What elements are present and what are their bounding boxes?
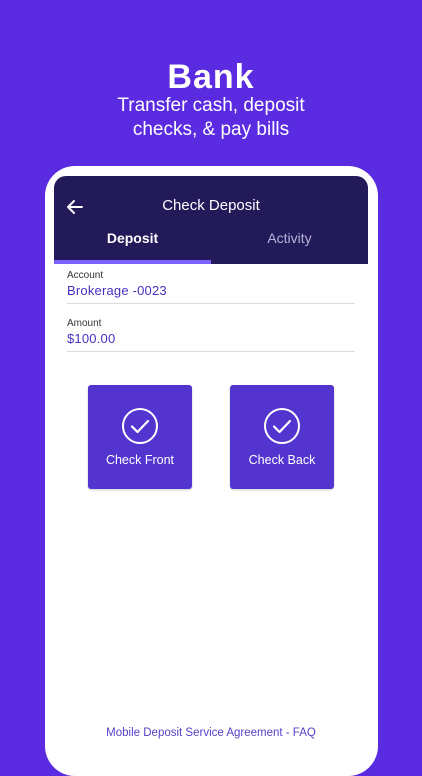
promo-title: Bank [167, 58, 255, 96]
amount-label: Amount [67, 318, 102, 329]
check-front-button[interactable]: Check Front [88, 385, 192, 489]
page-title: Check Deposit [162, 197, 260, 214]
app-screen: Check Deposit Deposit Activity Account B… [54, 176, 368, 766]
tab-activity[interactable]: Activity [211, 220, 368, 264]
check-front-label: Check Front [105, 453, 175, 467]
promo-subtitle: Transfer cash, deposit checks, & pay bil… [0, 94, 422, 142]
service-agreement-faq-link[interactable]: Mobile Deposit Service Agreement - FAQ [54, 727, 368, 739]
amount-field[interactable]: Amount $100.00 [67, 318, 355, 352]
tab-bar: Deposit Activity [54, 220, 368, 264]
active-tab-indicator [54, 260, 211, 264]
promo-subtitle-line-1: Transfer cash, deposit [117, 95, 305, 116]
promo-subtitle-line-2: checks, & pay bills [132, 119, 290, 140]
account-field[interactable]: Account Brokerage -0023 [67, 270, 355, 304]
account-label: Account [67, 270, 104, 281]
check-back-button[interactable]: Check Back [230, 385, 334, 489]
check-circle-icon [264, 408, 300, 444]
check-circle-icon [122, 408, 158, 444]
tab-deposit[interactable]: Deposit [54, 220, 211, 264]
app-header: Check Deposit Deposit Activity [54, 176, 368, 264]
account-value: Brokerage -0023 [67, 283, 167, 298]
amount-value: $100.00 [67, 331, 116, 346]
check-back-label: Check Back [248, 453, 316, 467]
